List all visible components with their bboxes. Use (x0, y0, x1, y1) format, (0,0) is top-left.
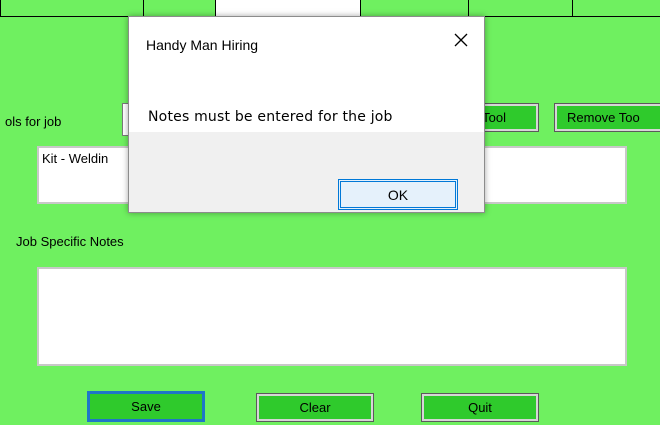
remove-tool-label: Remove Too (567, 110, 640, 125)
ok-label: OK (387, 186, 409, 203)
quit-button[interactable]: Quit (421, 393, 539, 422)
add-tool-label: Tool (482, 110, 506, 125)
notes-label: Job Specific Notes (16, 234, 124, 249)
grid-cell (0, 0, 144, 17)
message-dialog: Handy Man Hiring Notes must be entered f… (128, 16, 485, 213)
grid-cell (215, 0, 362, 17)
save-button[interactable]: Save (87, 391, 205, 422)
quit-label: Quit (468, 400, 492, 415)
list-item[interactable]: Kit - Weldin (42, 151, 108, 166)
remove-tool-button[interactable]: Remove Too (554, 103, 660, 132)
dialog-title: Handy Man Hiring (146, 37, 259, 53)
tools-for-job-label: ols for job (5, 114, 62, 129)
grid-cell (468, 0, 574, 17)
clear-button[interactable]: Clear (256, 393, 374, 422)
ok-button[interactable]: OK (338, 179, 458, 210)
close-icon[interactable] (452, 31, 470, 49)
notes-textarea[interactable] (37, 267, 627, 366)
save-label: Save (131, 399, 161, 414)
grid-cell (572, 0, 660, 17)
clear-label: Clear (299, 400, 331, 415)
grid-cell (360, 0, 470, 17)
dialog-message: Notes must be entered for the job (148, 109, 393, 125)
